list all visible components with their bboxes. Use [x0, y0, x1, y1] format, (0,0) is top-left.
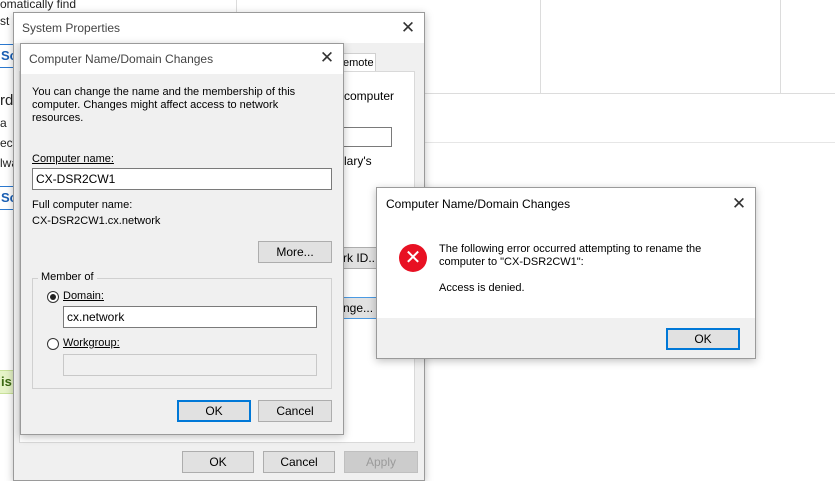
close-icon[interactable]: ✕ [393, 14, 423, 42]
ok-button[interactable]: OK [177, 400, 251, 422]
error-detail: Access is denied. [439, 282, 525, 294]
name-changes-dialog: Computer Name/Domain Changes ✕ You can c… [20, 43, 344, 435]
ok-button[interactable]: OK [666, 328, 740, 350]
background-divider [236, 0, 237, 12]
ok-button[interactable]: OK [182, 451, 254, 473]
error-dialog: Computer Name/Domain Changes ✕ ✕ The fol… [376, 187, 756, 359]
error-message-line-1: The following error occurred attempting … [439, 243, 702, 255]
apply-button: Apply [344, 451, 418, 473]
computer-name-label: Computer name: [32, 153, 114, 165]
system-properties-title: System Properties [14, 13, 424, 43]
domain-radio[interactable] [47, 291, 59, 303]
domain-input[interactable]: cx.network [63, 306, 317, 328]
workgroup-label[interactable]: Workgroup: [63, 337, 120, 349]
more-button[interactable]: More... [258, 241, 332, 263]
computer-name-label-text: Computer name: [32, 153, 114, 165]
background-divider [424, 93, 835, 94]
error-icon: ✕ [399, 244, 427, 272]
workgroup-radio[interactable] [47, 338, 59, 350]
name-changes-title: Computer Name/Domain Changes [21, 44, 343, 74]
full-computer-name-label: Full computer name: [32, 199, 133, 211]
member-of-label: Member of [38, 271, 97, 283]
close-icon[interactable]: ✕ [724, 190, 754, 218]
error-message-line-2: computer to "CX-DSR2CW1": [439, 256, 584, 268]
tab-remote[interactable]: emote [340, 53, 376, 72]
computer-description-input[interactable] [336, 127, 392, 147]
full-computer-name-value: CX-DSR2CW1.cx.network [32, 215, 161, 227]
workgroup-input [63, 354, 317, 376]
close-icon[interactable]: ✕ [312, 44, 342, 72]
computer-description-example: lary's [344, 154, 372, 168]
computer-description-text: computer [344, 89, 395, 103]
background-divider [540, 0, 541, 94]
cancel-button[interactable]: Cancel [263, 451, 335, 473]
background-text: a [0, 116, 7, 130]
background-text: st [0, 14, 10, 28]
background-text: omatically find [0, 0, 77, 11]
cancel-button[interactable]: Cancel [258, 400, 332, 422]
background-heading: rd [0, 92, 14, 109]
background-divider [780, 0, 781, 94]
error-dialog-title: Computer Name/Domain Changes [386, 197, 571, 211]
background-divider [424, 142, 835, 143]
domain-label[interactable]: Domain: [63, 290, 104, 302]
computer-name-input[interactable]: CX-DSR2CW1 [32, 168, 332, 190]
dialog-description: You can change the name and the membersh… [32, 86, 296, 124]
